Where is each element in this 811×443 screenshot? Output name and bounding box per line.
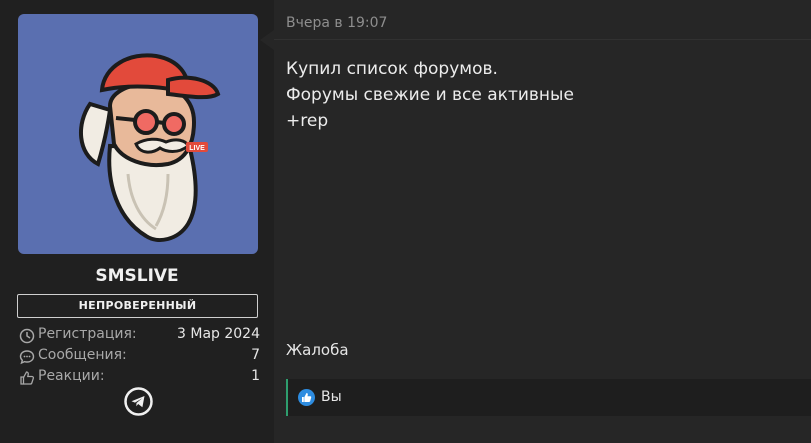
reactions-bar[interactable]: Вы: [286, 379, 811, 416]
post-pointer: [260, 30, 274, 50]
post-line: +rep: [286, 111, 329, 131]
stat-value: 3 Мар 2024: [177, 326, 260, 342]
stat-registration: Регистрация: 3 Мар 2024: [19, 326, 260, 346]
user-sidebar: LIVE SMSLIVE НЕПРОВЕРЕННЫЙ Регистрация: …: [0, 0, 274, 443]
clock-icon: [19, 328, 35, 344]
telegram-icon[interactable]: [124, 387, 153, 416]
report-link[interactable]: Жалоба: [286, 341, 349, 359]
stat-label: Сообщения:: [38, 347, 127, 363]
post-line: Купил список форумов.: [286, 59, 498, 79]
like-icon: [298, 389, 315, 406]
post-body: Купил список форумов. Форумы свежие и вс…: [286, 56, 574, 134]
user-status-badge: НЕПРОВЕРЕННЫЙ: [17, 294, 258, 318]
post-line: Форумы свежие и все активные: [286, 85, 574, 105]
stat-reactions: Реакции: 1: [19, 368, 260, 388]
header-divider: [274, 39, 811, 40]
stat-label: Реакции:: [38, 368, 105, 384]
post-date[interactable]: Вчера в 19:07: [286, 15, 387, 31]
stat-label: Регистрация:: [38, 326, 137, 342]
reactions-users[interactable]: Вы: [321, 389, 342, 405]
avatar-illustration: LIVE: [78, 53, 221, 242]
post-content: Вчера в 19:07 Купил список форумов. Фору…: [274, 0, 811, 443]
stat-value: 1: [251, 368, 260, 384]
thumbs-up-icon: [20, 371, 35, 385]
stat-messages: Сообщения: 7: [19, 347, 260, 367]
speech-bubble-icon: [19, 350, 35, 365]
stat-value[interactable]: 7: [251, 347, 260, 363]
username[interactable]: SMSLIVE: [0, 266, 274, 286]
avatar-live-tag: LIVE: [189, 145, 205, 152]
avatar[interactable]: LIVE: [18, 14, 258, 254]
